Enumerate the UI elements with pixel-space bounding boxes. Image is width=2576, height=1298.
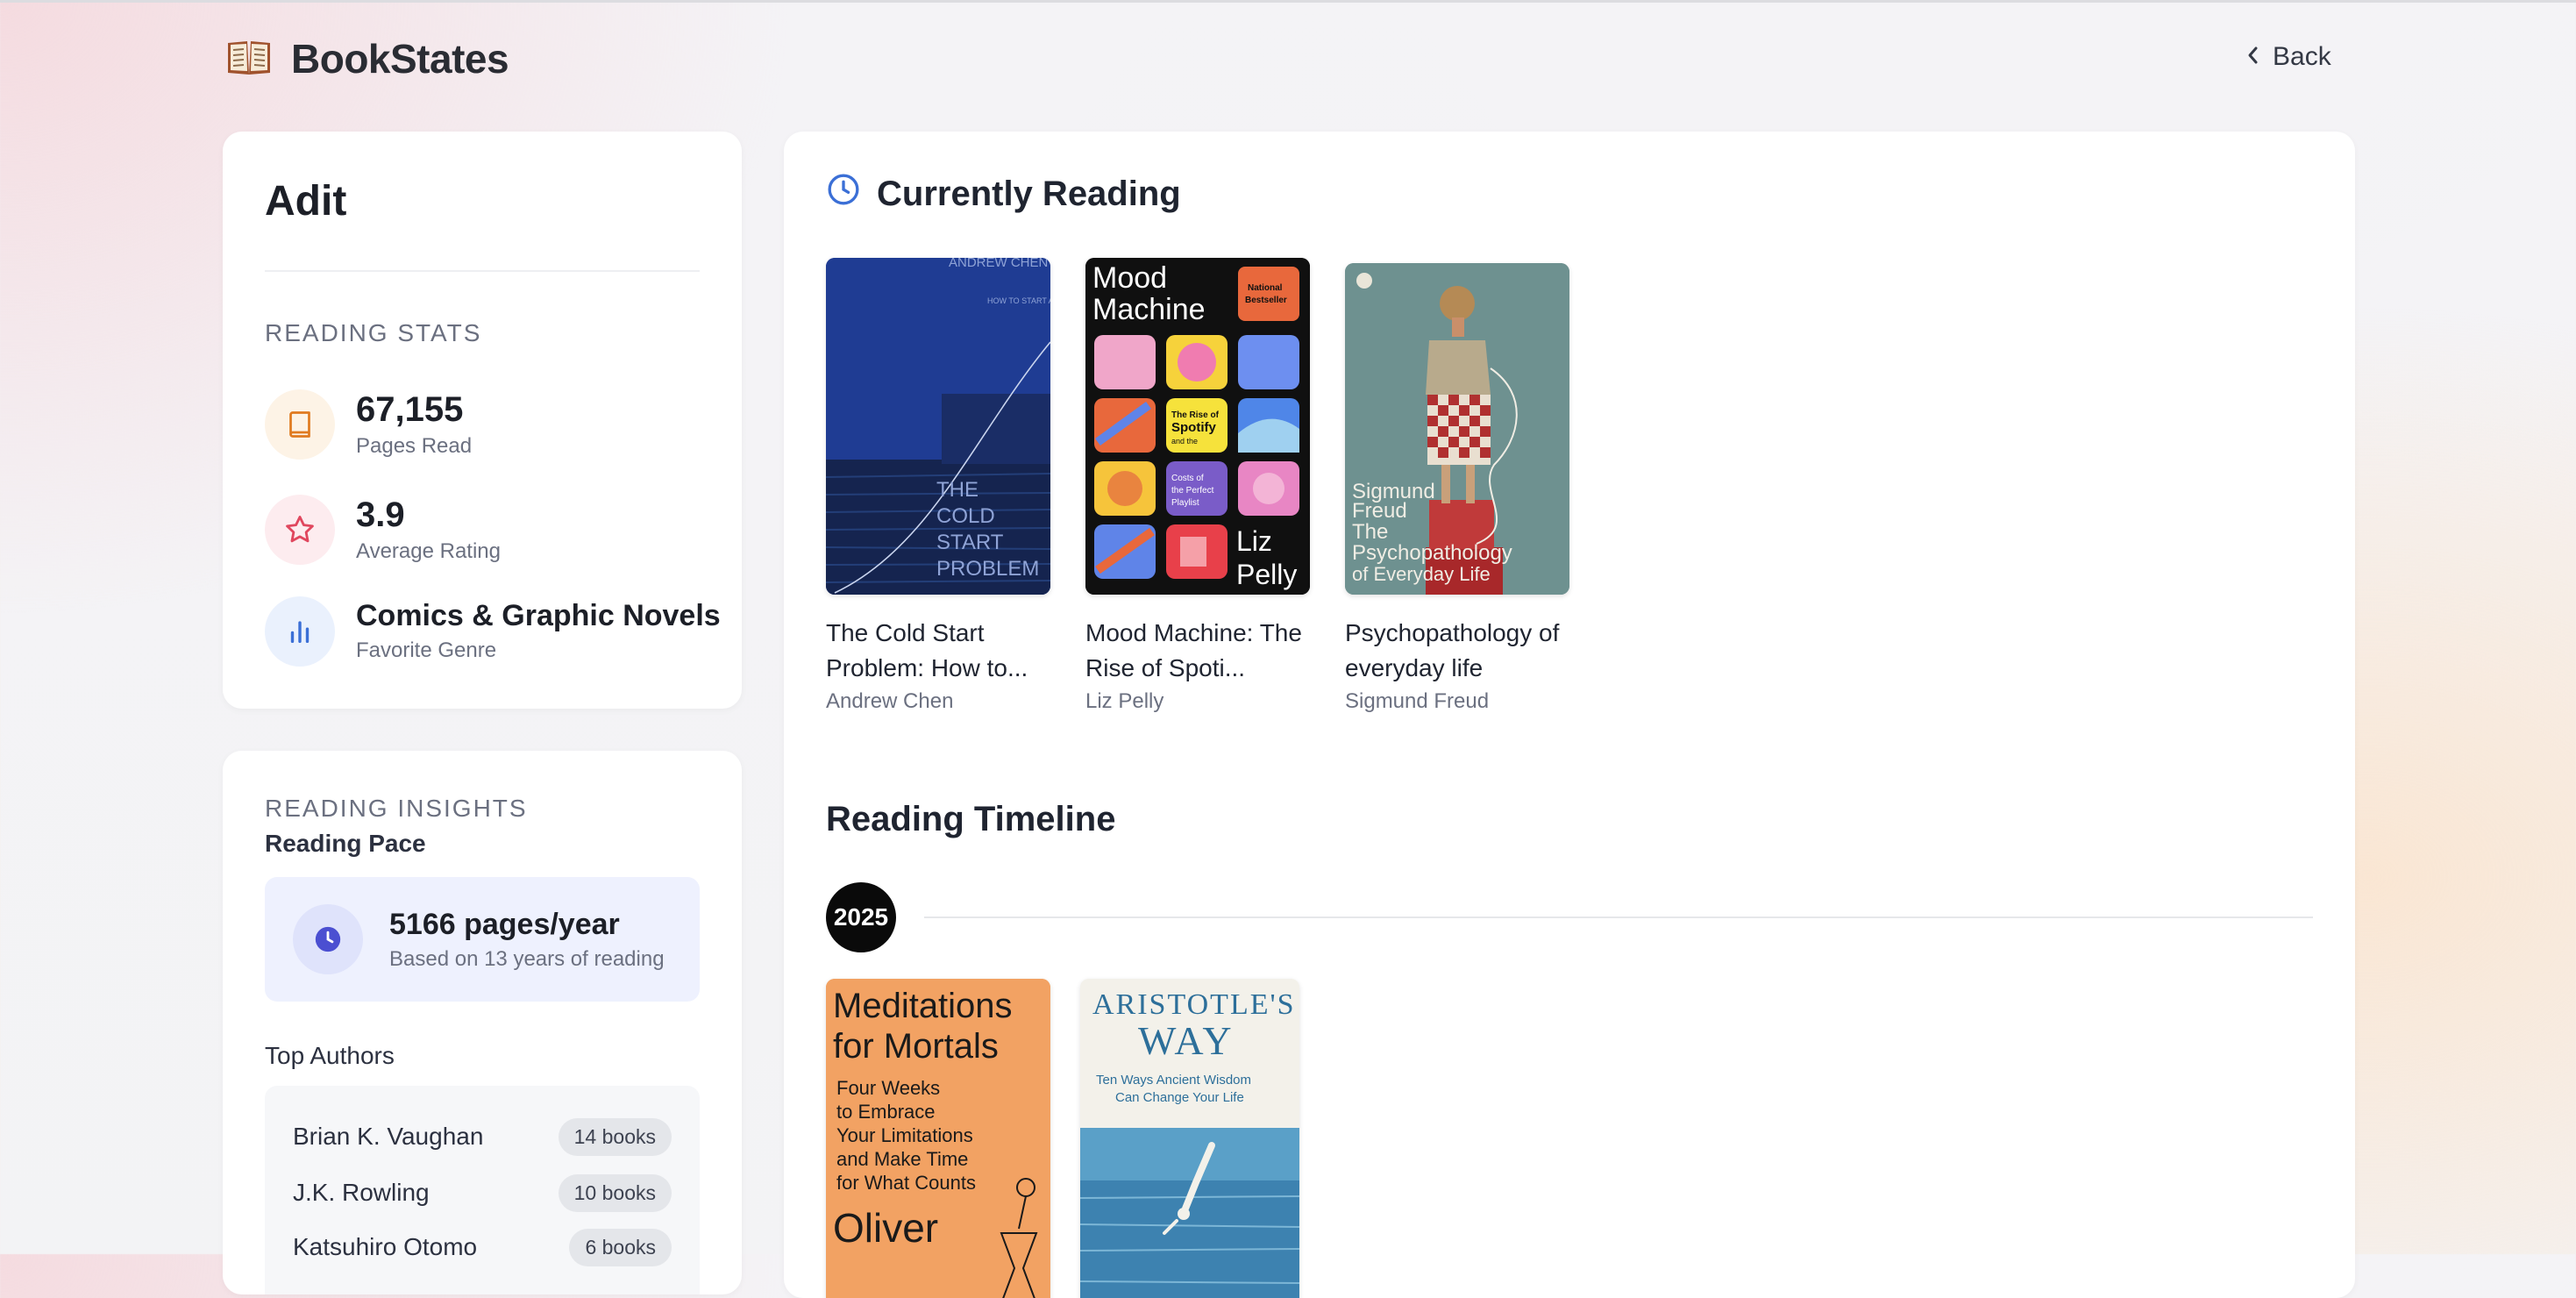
book-author: Andrew Chen xyxy=(826,689,954,713)
chevron-left-icon xyxy=(2246,42,2259,72)
currently-reading-title: Currently Reading xyxy=(877,174,1181,213)
favorite-genre-label: Favorite Genre xyxy=(356,638,497,662)
cover-author-line: Pelly xyxy=(1236,559,1297,590)
book-cover[interactable]: Mood Machine National Bestseller The Ris… xyxy=(1085,258,1310,595)
window-top-border xyxy=(0,0,2576,3)
cover-sub-line: Four Weeks xyxy=(836,1077,940,1099)
cover-sub-line: to Embrace xyxy=(836,1101,936,1123)
cover-title-line: of Everyday Life xyxy=(1352,563,1491,585)
cover-sub-line: Your Limitations xyxy=(836,1124,973,1146)
reading-pace-note: Based on 13 years of reading xyxy=(389,946,665,971)
book-cover[interactable]: Sigmund Freud The Psychopathology of Eve… xyxy=(1345,263,1569,595)
book-title[interactable]: The Cold Start Problem: How to... xyxy=(826,616,1050,686)
clock-icon xyxy=(826,172,861,216)
bar-chart-icon xyxy=(265,596,335,667)
author-name: Brian K. Vaughan xyxy=(293,1123,484,1150)
cover-author-line: Freud xyxy=(1352,499,1407,523)
cover-title-line: The xyxy=(1352,520,1388,544)
open-book-icon xyxy=(224,36,274,82)
cover-tile-line: The Rise of xyxy=(1171,410,1220,420)
pages-read-value: 67,155 xyxy=(356,390,464,429)
cover-title-line: WAY xyxy=(1138,1018,1235,1063)
cover-sub-line: Ten Ways Ancient Wisdom xyxy=(1096,1073,1251,1088)
timeline-book-cover[interactable]: ARISTOTLE'S WAY Ten Ways Ancient Wisdom … xyxy=(1080,979,1299,1298)
cover-title-line: START xyxy=(936,531,1004,554)
cover-author: ANDREW CHEN xyxy=(949,258,1048,270)
cover-sub-line: and Make Time xyxy=(836,1148,968,1170)
stat-favorite-genre: Comics & Graphic Novels Favorite Genre xyxy=(265,596,721,667)
cover-title-line: PROBLEM xyxy=(936,557,1039,581)
stat-average-rating: 3.9 Average Rating xyxy=(265,495,501,565)
book-title[interactable]: Mood Machine: The Rise of Spoti... xyxy=(1085,616,1310,686)
author-name: Katsuhiro Otomo xyxy=(293,1233,478,1260)
timeline-line xyxy=(924,916,2313,918)
cover-tile-line: and the xyxy=(1171,437,1198,446)
list-item: J.K. Rowling 10 books xyxy=(293,1170,672,1216)
reading-timeline-heading: Reading Timeline xyxy=(826,800,1116,838)
author-book-count: 10 books xyxy=(558,1173,672,1212)
star-icon xyxy=(265,495,335,565)
cover-badge-line: National xyxy=(1248,283,1283,293)
divider xyxy=(265,270,700,272)
reading-pace-heading: Reading Pace xyxy=(265,830,426,857)
book-cover[interactable]: ANDREW CHEN HOW TO START AND SCALE NETWO… xyxy=(826,258,1050,595)
list-item: Katsuhiro Otomo 6 books xyxy=(293,1224,672,1270)
insights-card: READING INSIGHTS Reading Pace 5166 pages… xyxy=(223,751,742,1294)
cover-tile-line: Costs of xyxy=(1171,474,1204,483)
cover-title-line: for Mortals xyxy=(833,1027,999,1066)
reading-pace-box: 5166 pages/year Based on 13 years of rea… xyxy=(265,877,700,1002)
profile-card: Adit READING STATS 67,155 Pages Read 3.9… xyxy=(223,132,742,709)
average-rating-label: Average Rating xyxy=(356,539,501,563)
cover-title-line: ARISTOTLE'S xyxy=(1092,988,1296,1021)
book-author: Sigmund Freud xyxy=(1345,689,1490,713)
book-card[interactable]: Mood Machine National Bestseller The Ris… xyxy=(1085,258,1310,714)
timeline-book-cover[interactable]: Meditations for Mortals Four Weeks to Em… xyxy=(826,979,1050,1298)
cover-title-line: THE xyxy=(936,478,978,502)
user-name: Adit xyxy=(265,178,347,225)
top-authors-list: Brian K. Vaughan 14 books J.K. Rowling 1… xyxy=(265,1086,700,1294)
reading-pace-value: 5166 pages/year xyxy=(389,907,620,941)
reading-insights-heading: READING INSIGHTS xyxy=(265,795,528,822)
cover-badge-line: Bestseller xyxy=(1245,296,1287,305)
year-badge: 2025 xyxy=(826,882,896,952)
book-author: Liz Pelly xyxy=(1085,689,1164,713)
cover-title-line: Mood xyxy=(1092,261,1167,295)
back-label: Back xyxy=(2273,42,2331,71)
author-book-count: 14 books xyxy=(558,1117,672,1156)
book-icon xyxy=(265,389,335,460)
cover-title-line: COLD xyxy=(936,504,995,528)
currently-reading-heading: Currently Reading xyxy=(826,172,1181,216)
top-authors-heading: Top Authors xyxy=(265,1042,395,1069)
average-rating-value: 3.9 xyxy=(356,496,405,534)
reading-stats-heading: READING STATS xyxy=(265,319,482,346)
book-card[interactable]: ANDREW CHEN HOW TO START AND SCALE NETWO… xyxy=(826,258,1050,714)
cover-tile-line: Playlist xyxy=(1171,498,1199,508)
book-card[interactable]: Sigmund Freud The Psychopathology of Eve… xyxy=(1345,258,1569,714)
main-card: Currently Reading ANDREW CHEN HOW TO STA… xyxy=(784,132,2355,1298)
list-item: Brian K. Vaughan 14 books xyxy=(293,1114,672,1159)
brand-name: BookStates xyxy=(291,36,509,82)
cover-author-line: Liz xyxy=(1236,525,1272,557)
cover-title-line: Meditations xyxy=(833,987,1013,1025)
favorite-genre-value: Comics & Graphic Novels xyxy=(356,599,721,633)
pages-read-label: Pages Read xyxy=(356,434,473,458)
cover-sub-line: Can Change Your Life xyxy=(1115,1090,1244,1105)
back-button[interactable]: Back xyxy=(2246,42,2331,72)
brand-logo[interactable]: BookStates xyxy=(224,35,509,82)
book-title[interactable]: Psychopathology of everyday life xyxy=(1345,616,1569,686)
stat-pages-read: 67,155 Pages Read xyxy=(265,389,472,460)
clock-icon xyxy=(293,904,363,974)
cover-sub-line: for What Counts xyxy=(836,1172,976,1194)
cover-tile-line: Spotify xyxy=(1171,420,1216,435)
cover-tagline: HOW TO START AND SCALE NETWORK EFFECTS xyxy=(987,296,1050,305)
author-name: J.K. Rowling xyxy=(293,1179,430,1206)
author-book-count: 6 books xyxy=(569,1228,672,1266)
cover-title-line: Psychopathology xyxy=(1352,541,1512,565)
cover-author: Oliver xyxy=(833,1205,938,1251)
cover-title-line: Machine xyxy=(1092,293,1206,326)
cover-tile-line: the Perfect xyxy=(1171,486,1214,496)
